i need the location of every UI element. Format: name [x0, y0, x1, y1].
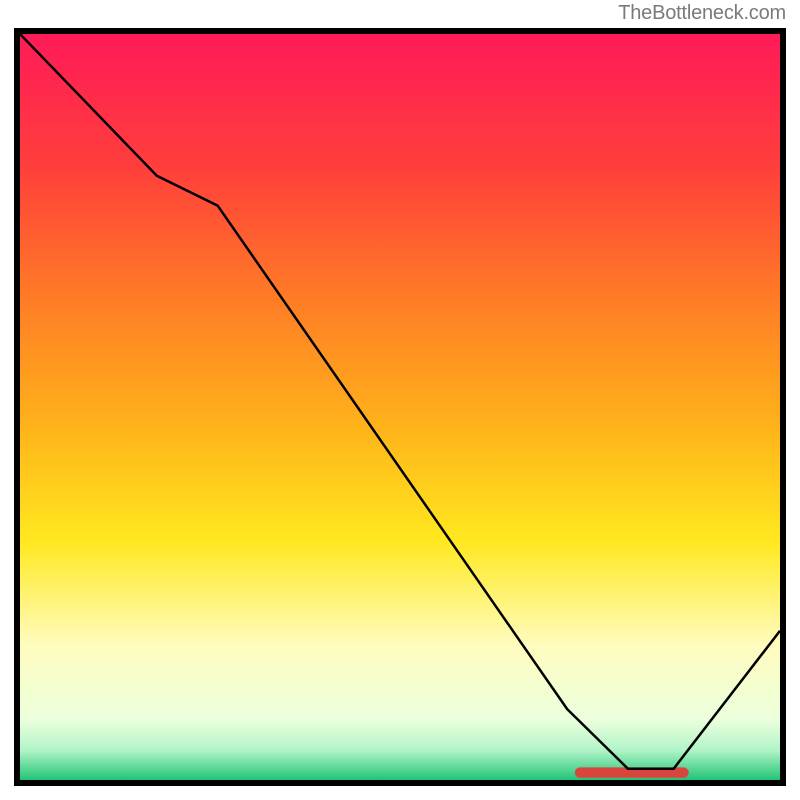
figure-container: TheBottleneck.com — [0, 0, 800, 800]
axis-border-right — [780, 28, 786, 786]
plot-frame — [14, 28, 786, 786]
attribution-label: TheBottleneck.com — [618, 2, 786, 25]
gradient-background — [20, 34, 780, 780]
plot-area — [20, 34, 780, 780]
axis-border-bottom — [14, 780, 786, 786]
chart-svg — [20, 34, 780, 780]
